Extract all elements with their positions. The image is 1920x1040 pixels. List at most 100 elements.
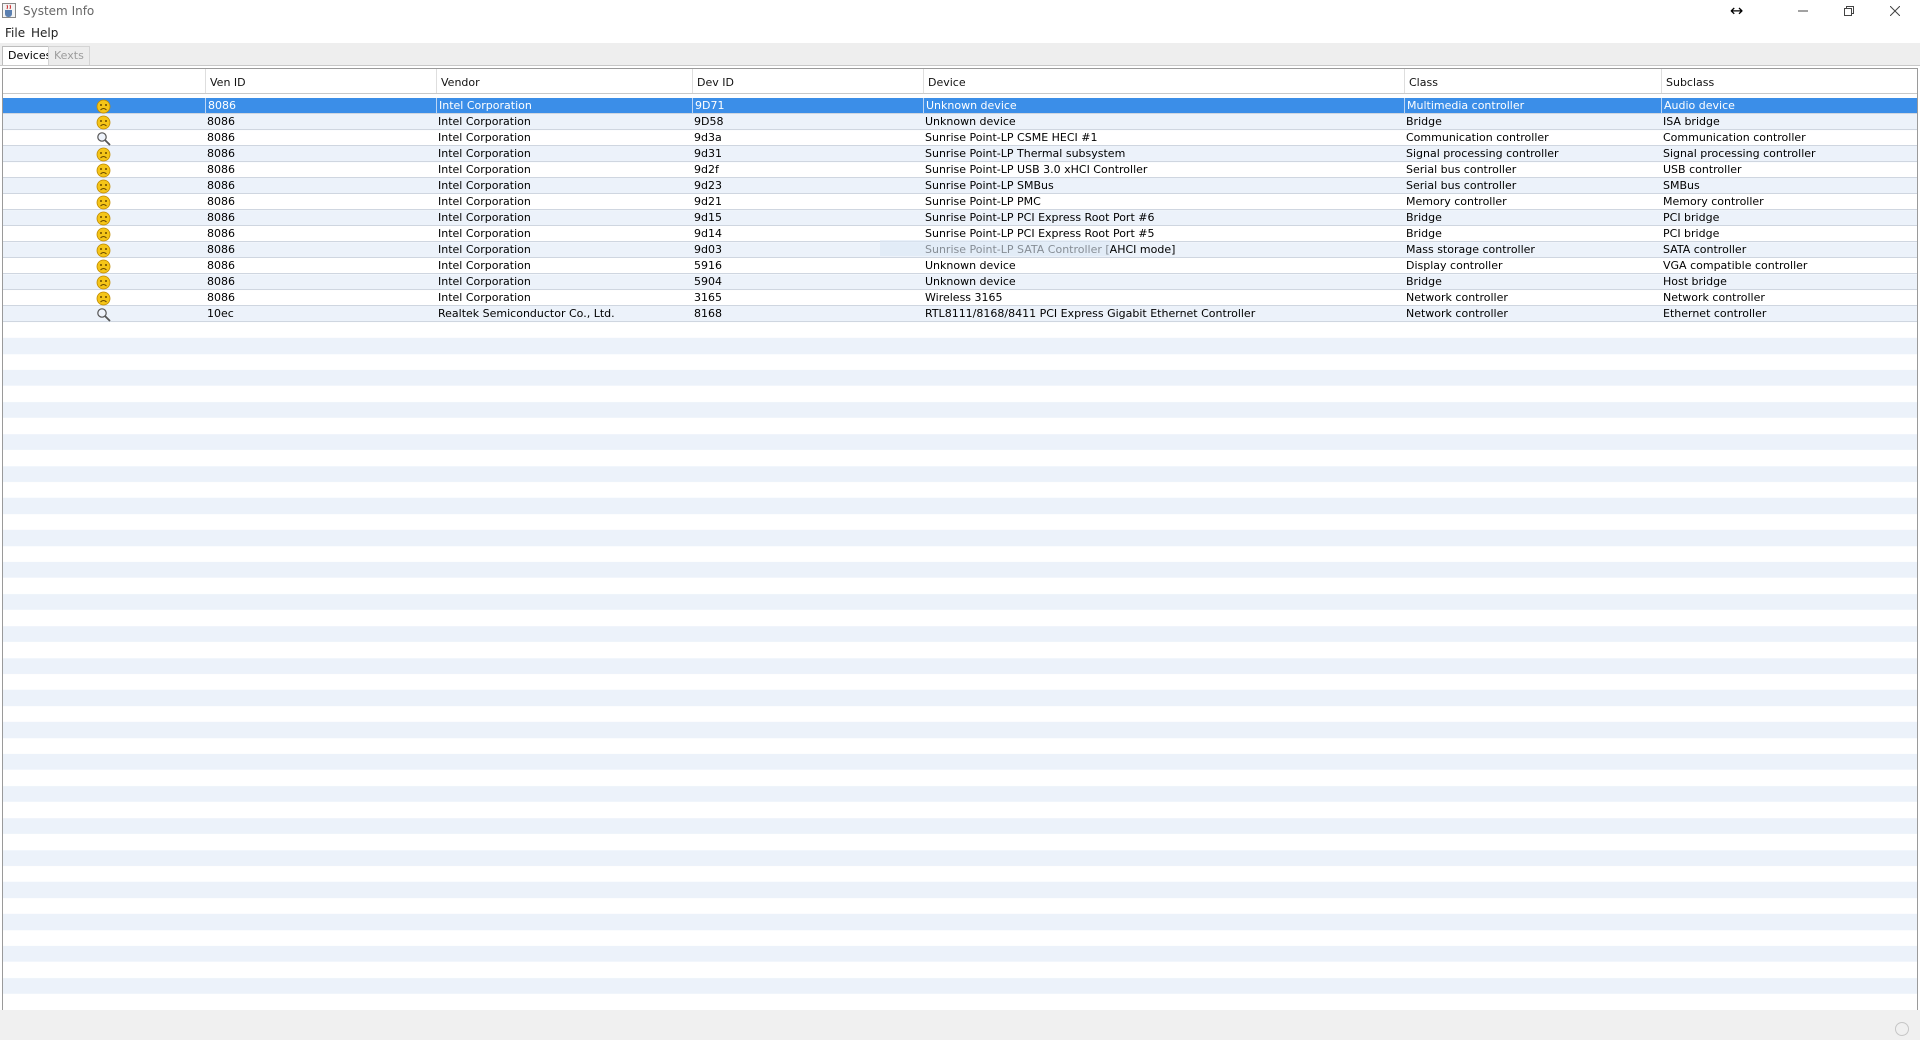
sad-face-icon xyxy=(96,291,111,306)
cell-class: Network controller xyxy=(1406,307,1508,320)
sad-face-icon xyxy=(96,99,111,114)
cell-dev-id: 3165 xyxy=(694,291,722,304)
header-subclass[interactable]: Subclass xyxy=(1661,69,1917,93)
cell-dev-id: 5904 xyxy=(694,275,722,288)
cell-subclass: PCI bridge xyxy=(1663,211,1720,224)
header-device[interactable]: Device xyxy=(923,69,1404,93)
cell-dev-id: 9d23 xyxy=(694,179,722,192)
cell-class: Bridge xyxy=(1406,227,1442,240)
cell-device: Sunrise Point-LP PMC xyxy=(925,195,1041,208)
status-indicator-icon xyxy=(1895,1022,1909,1036)
header-status[interactable] xyxy=(3,69,205,93)
status-bar xyxy=(0,1010,1920,1040)
restore-button[interactable] xyxy=(1826,0,1872,22)
cell-ven-id: 8086 xyxy=(207,227,235,240)
cell-dev-id: 9d2f xyxy=(694,163,719,176)
table-row[interactable]: 8086 Intel Corporation 9d23 Sunrise Point-L… xyxy=(3,178,1917,194)
cell-subclass: USB controller xyxy=(1663,163,1742,176)
cell-vendor: Intel Corporation xyxy=(438,147,531,160)
cell-class: Bridge xyxy=(1406,115,1442,128)
cell-vendor: Intel Corporation xyxy=(438,115,531,128)
table-row[interactable]: 8086 Intel Corporation 5916 Unknown device D… xyxy=(3,258,1917,274)
cell-subclass: Network controller xyxy=(1663,291,1765,304)
sad-face-icon xyxy=(96,259,111,274)
cell-subclass: VGA compatible controller xyxy=(1663,259,1808,272)
drag-ghost xyxy=(880,240,1110,256)
cell-vendor: Intel Corporation xyxy=(438,291,531,304)
cell-class: Mass storage controller xyxy=(1406,243,1535,256)
cell-dev-id: 9d21 xyxy=(694,195,722,208)
cell-ven-id: 8086 xyxy=(207,259,235,272)
table-row[interactable]: 8086 Intel Corporation 5904 Unknown device B… xyxy=(3,274,1917,290)
cell-dev-id: 5916 xyxy=(694,259,722,272)
table-body: 8086 Intel Corporation 9D71 Unknown device M… xyxy=(3,98,1917,322)
sad-face-icon xyxy=(96,227,111,242)
header-ven-id[interactable]: Ven ID xyxy=(205,69,436,93)
table-row[interactable]: 8086 Intel Corporation 9d21 Sunrise Point-L… xyxy=(3,194,1917,210)
table-header: Ven ID Vendor Dev ID Device Class Subcla… xyxy=(3,69,1917,94)
cell-class: Bridge xyxy=(1406,211,1442,224)
table-row[interactable]: 8086 Intel Corporation 9d3a Sunrise Point-L… xyxy=(3,130,1917,146)
table-row[interactable]: 8086 Intel Corporation 9d31 Sunrise Point-L… xyxy=(3,146,1917,162)
tab-kexts[interactable]: Kexts xyxy=(48,46,90,65)
cell-ven-id: 8086 xyxy=(207,163,235,176)
cell-class: Multimedia controller xyxy=(1404,98,1661,114)
cell-vendor: Intel Corporation xyxy=(438,227,531,240)
cell-class: Display controller xyxy=(1406,259,1503,272)
tab-bar: Devices Kexts xyxy=(0,43,1920,66)
sad-face-icon xyxy=(96,163,111,178)
minimize-icon xyxy=(1798,10,1808,12)
cell-subclass: ISA bridge xyxy=(1663,115,1720,128)
cell-device: Unknown device xyxy=(923,98,1404,114)
close-icon xyxy=(1890,6,1900,16)
table-row[interactable]: 8086 Intel Corporation 9d15 Sunrise Point-L… xyxy=(3,210,1917,226)
cell-class: Communication controller xyxy=(1406,131,1549,144)
header-vendor[interactable]: Vendor xyxy=(436,69,692,93)
cell-dev-id: 9d31 xyxy=(694,147,722,160)
magnifier-icon xyxy=(96,307,111,322)
minimize-button[interactable] xyxy=(1780,0,1826,22)
cell-vendor: Intel Corporation xyxy=(438,211,531,224)
cell-subclass: SMBus xyxy=(1663,179,1700,192)
cell-class: Signal processing controller xyxy=(1406,147,1559,160)
table-row[interactable]: 8086 Intel Corporation 9d2f Sunrise Point-L… xyxy=(3,162,1917,178)
table-row[interactable]: 8086 Intel Corporation 3165 Wireless 3165 Ne… xyxy=(3,290,1917,306)
cell-vendor: Intel Corporation xyxy=(438,163,531,176)
menu-help[interactable]: Help xyxy=(31,26,58,40)
cell-device: Sunrise Point-LP CSME HECI #1 xyxy=(925,131,1098,144)
close-button[interactable] xyxy=(1872,0,1918,22)
sad-face-icon xyxy=(96,179,111,194)
cell-ven-id: 8086 xyxy=(207,131,235,144)
cell-vendor: Intel Corporation xyxy=(436,98,692,114)
cell-subclass: SATA controller xyxy=(1663,243,1747,256)
cell-vendor: Intel Corporation xyxy=(438,195,531,208)
cell-vendor: Intel Corporation xyxy=(438,131,531,144)
cell-vendor: Intel Corporation xyxy=(438,179,531,192)
cell-dev-id: 8168 xyxy=(694,307,722,320)
header-class[interactable]: Class xyxy=(1404,69,1661,93)
devices-table[interactable]: Ven ID Vendor Dev ID Device Class Subcla… xyxy=(2,68,1918,1011)
menu-file[interactable]: File xyxy=(5,26,25,40)
cell-device: Sunrise Point-LP USB 3.0 xHCI Controller xyxy=(925,163,1148,176)
cell-dev-id: 9D58 xyxy=(694,115,724,128)
sad-face-icon xyxy=(96,211,111,226)
cell-ven-id: 8086 xyxy=(205,98,436,114)
cell-subclass: Host bridge xyxy=(1663,275,1727,288)
sad-face-icon xyxy=(96,115,111,130)
cell-subclass: Audio device xyxy=(1661,98,1917,114)
table-row[interactable]: 8086 Intel Corporation 9D58 Unknown device B… xyxy=(3,114,1917,130)
cell-device: Sunrise Point-LP PCI Express Root Port #… xyxy=(925,211,1155,224)
cell-class: Memory controller xyxy=(1406,195,1507,208)
cell-device: RTL8111/8168/8411 PCI Express Gigabit Et… xyxy=(925,307,1256,320)
table-row[interactable]: 8086 Intel Corporation 9D71 Unknown device M… xyxy=(3,98,1917,114)
cell-device: Unknown device xyxy=(925,115,1016,128)
cell-class: Network controller xyxy=(1406,291,1508,304)
table-row[interactable]: 10ec Realtek Semiconductor Co., Ltd. 8168 R… xyxy=(3,306,1917,322)
restore-icon xyxy=(1844,6,1854,16)
cell-vendor: Realtek Semiconductor Co., Ltd. xyxy=(438,307,615,320)
cell-ven-id: 8086 xyxy=(207,115,235,128)
header-dev-id[interactable]: Dev ID xyxy=(692,69,923,93)
cell-class: Serial bus controller xyxy=(1406,179,1517,192)
cell-ven-id: 8086 xyxy=(207,211,235,224)
cell-device: Wireless 3165 xyxy=(925,291,1003,304)
